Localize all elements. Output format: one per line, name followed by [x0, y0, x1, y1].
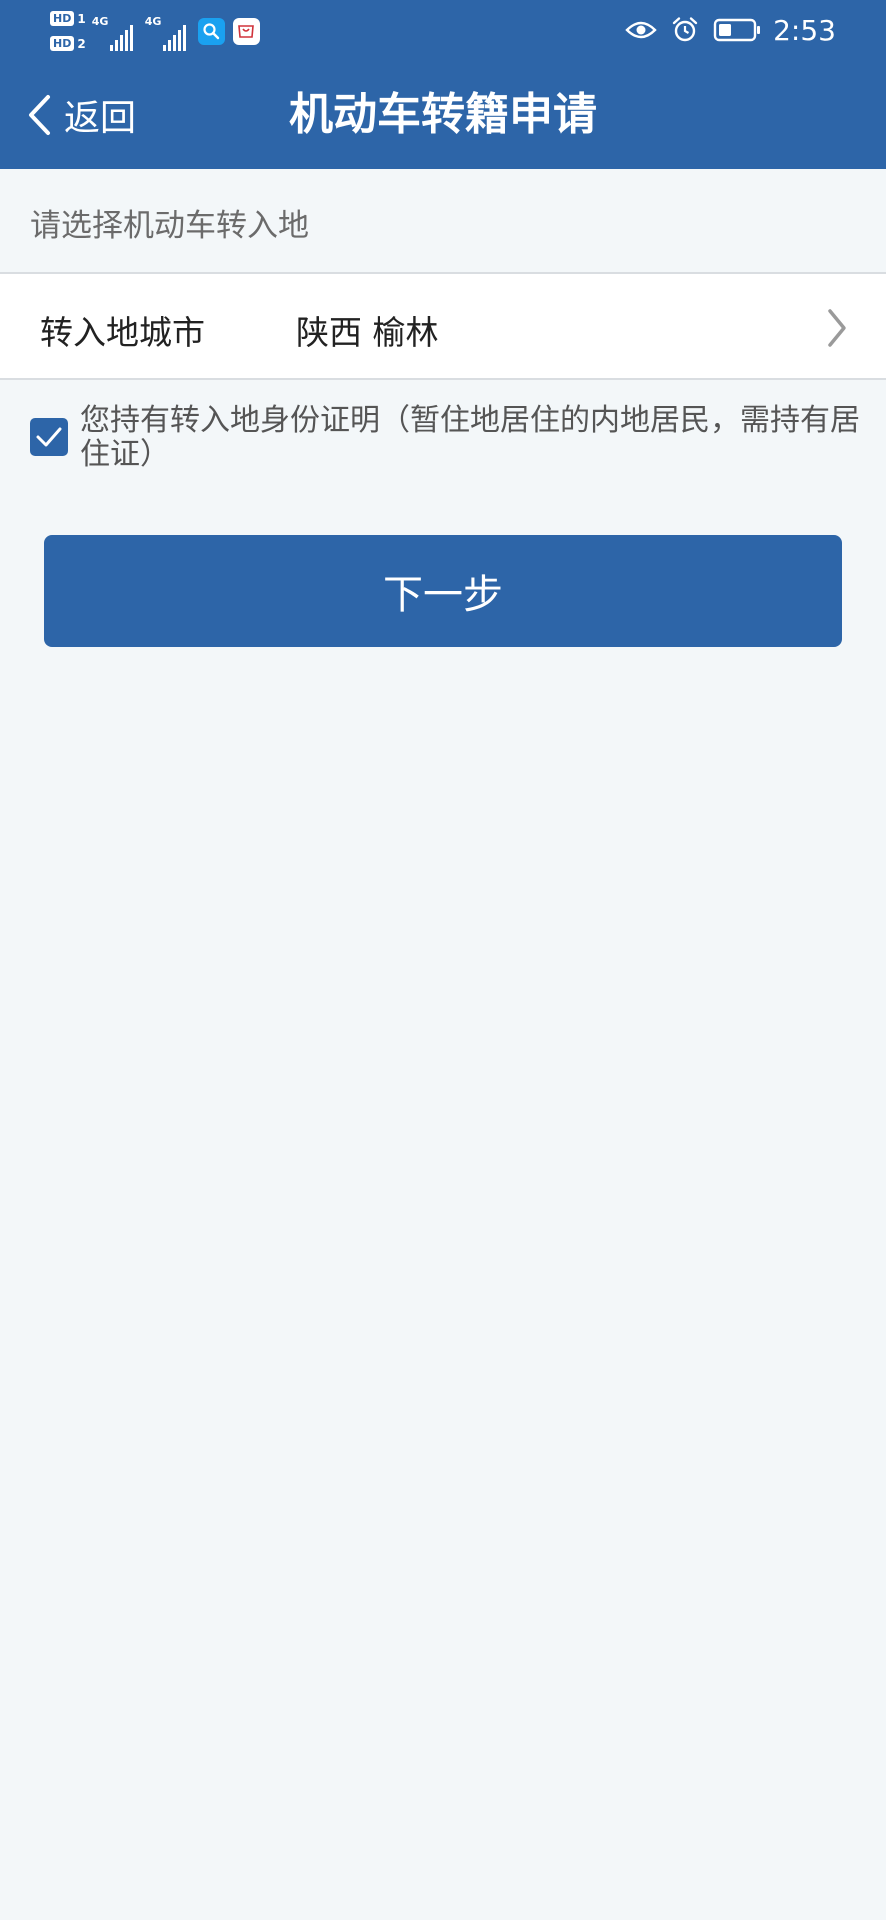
huawei-store-icon [232, 17, 260, 45]
signal-icon: 4G [92, 11, 135, 51]
chevron-left-icon [29, 95, 50, 135]
checkmark-icon [36, 427, 62, 447]
alarm-icon [672, 17, 698, 42]
search-app-icon [197, 17, 225, 45]
sim2-indicator: HD 2 [50, 34, 86, 53]
sim-indicators: HD 1 HD 2 [50, 9, 86, 53]
city-field-value: 陕西 榆林 [296, 313, 439, 352]
sim1-indicator: HD 1 [50, 9, 86, 28]
eye-icon [625, 21, 657, 39]
signal-icon: 4G [145, 11, 188, 51]
status-bar: HD 1 HD 2 4G 4G 2:53 [0, 0, 886, 62]
hd-badge: HD [50, 36, 75, 51]
consent-label: 您持有转入地身份证明（暂住地居住的内地居民，需持有居住证） [80, 403, 860, 472]
next-button[interactable]: 下一步 [44, 535, 842, 647]
back-button[interactable]: 返回 [26, 90, 136, 140]
city-field-label: 转入地城市 [40, 313, 205, 352]
back-label: 返回 [64, 98, 137, 139]
sim1-number: 1 [77, 11, 86, 26]
battery-icon [713, 18, 761, 42]
section-label: 请选择机动车转入地 [30, 208, 309, 244]
status-clock: 2:53 [773, 13, 836, 47]
status-bar-left: HD 1 HD 2 4G 4G [50, 8, 268, 54]
chevron-right-icon [828, 309, 846, 347]
network-type-label: 4G [144, 15, 162, 28]
hd-badge: HD [50, 11, 75, 26]
destination-city-selector[interactable]: 转入地城市 陕西 榆林 [0, 272, 886, 380]
nav-bar: 机动车转籍申请 返回 [0, 62, 886, 169]
consent-checkbox[interactable] [30, 418, 68, 456]
sim2-number: 2 [77, 36, 86, 51]
app-header: HD 1 HD 2 4G 4G 2:53 机动车转籍申请 返回 [0, 0, 886, 169]
status-bar-right: 2:53 [611, 10, 836, 50]
network-type-label: 4G [91, 15, 109, 28]
